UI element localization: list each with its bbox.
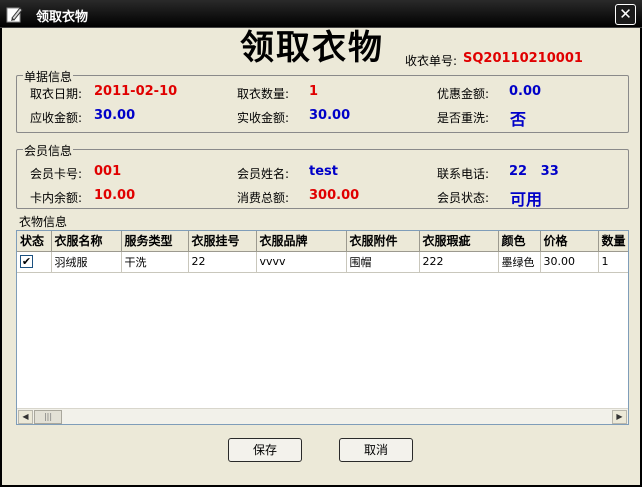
grid-header-row: 状态 衣服名称 服务类型 衣服挂号 衣服品牌 衣服附件 衣服瑕疵 颜色 价格 数量 bbox=[17, 231, 628, 252]
column-header[interactable]: 衣服品牌 bbox=[256, 231, 347, 252]
column-header[interactable]: 状态 bbox=[17, 231, 52, 252]
balance-value: 10.00 bbox=[94, 188, 136, 203]
table-cell: 干洗 bbox=[121, 251, 189, 273]
clothes-grid[interactable]: 状态 衣服名称 服务类型 衣服挂号 衣服品牌 衣服附件 衣服瑕疵 颜色 价格 数量 ✔ 羽绒服 干洗 2… bbox=[16, 230, 629, 425]
close-icon[interactable]: ✕ bbox=[615, 4, 636, 25]
pickup-date-value: 2011-02-10 bbox=[94, 84, 178, 99]
clothes-table: 状态 衣服名称 服务类型 衣服挂号 衣服品牌 衣服附件 衣服瑕疵 颜色 价格 数量 ✔ 羽绒服 干洗 2… bbox=[17, 231, 628, 273]
card-no-label: 会员卡号: bbox=[30, 167, 83, 181]
table-cell: 围帽 bbox=[346, 251, 420, 273]
receivable-value: 30.00 bbox=[94, 108, 136, 123]
received-value: 30.00 bbox=[309, 108, 351, 123]
received-label: 实收金额: bbox=[237, 111, 290, 125]
table-cell: vvvv bbox=[256, 251, 347, 273]
table-cell: 1 bbox=[598, 251, 628, 273]
phone-label: 联系电话: bbox=[437, 167, 490, 181]
receipt-info-legend: 单据信息 bbox=[23, 68, 74, 85]
order-no-label: 收衣单号: bbox=[405, 54, 458, 68]
balance-label: 卡内余额: bbox=[30, 191, 83, 205]
pickup-qty-value: 1 bbox=[309, 84, 319, 99]
window-title: 领取衣物 bbox=[36, 10, 89, 25]
discount-label: 优惠金额: bbox=[437, 87, 490, 101]
member-info-legend: 会员信息 bbox=[23, 142, 74, 159]
column-header[interactable]: 衣服附件 bbox=[346, 231, 420, 252]
scroll-right-icon[interactable]: ▶ bbox=[612, 410, 627, 424]
total-spent-value: 300.00 bbox=[309, 188, 360, 203]
member-status-label: 会员状态: bbox=[437, 191, 490, 205]
card-no-value: 001 bbox=[94, 164, 122, 179]
pickup-date-label: 取衣日期: bbox=[30, 87, 83, 101]
title-bar: 领取衣物 ✕ bbox=[0, 0, 642, 28]
status-cell: ✔ bbox=[17, 251, 52, 273]
column-header[interactable]: 数量 bbox=[598, 231, 628, 252]
column-header[interactable]: 衣服名称 bbox=[51, 231, 122, 252]
horizontal-scrollbar[interactable]: ◀ ||| ▶ bbox=[17, 408, 628, 424]
clothes-info-legend: 衣物信息 bbox=[18, 213, 69, 230]
rewash-label: 是否重洗: bbox=[437, 111, 490, 125]
cancel-button[interactable]: 取消 bbox=[339, 438, 413, 462]
column-header[interactable]: 颜色 bbox=[498, 231, 541, 252]
column-header[interactable]: 价格 bbox=[540, 231, 599, 252]
scroll-left-icon[interactable]: ◀ bbox=[18, 410, 33, 424]
member-name-label: 会员姓名: bbox=[237, 167, 290, 181]
scroll-thumb[interactable]: ||| bbox=[34, 410, 62, 424]
discount-value: 0.00 bbox=[509, 84, 542, 99]
rewash-value: 否 bbox=[510, 110, 527, 129]
table-cell: 羽绒服 bbox=[51, 251, 122, 273]
save-button[interactable]: 保存 bbox=[228, 438, 302, 462]
table-cell: 30.00 bbox=[540, 251, 599, 273]
column-header[interactable]: 衣服挂号 bbox=[188, 231, 257, 252]
member-status-value: 可用 bbox=[510, 190, 543, 209]
member-name-value: test bbox=[309, 164, 338, 179]
edit-pencil-icon bbox=[6, 7, 23, 23]
pickup-qty-label: 取衣数量: bbox=[237, 87, 290, 101]
phone-value: 22 33 bbox=[509, 164, 559, 179]
total-spent-label: 消费总额: bbox=[237, 191, 290, 205]
table-cell: 墨绿色 bbox=[498, 251, 541, 273]
table-cell: 222 bbox=[419, 251, 499, 273]
status-checkbox[interactable]: ✔ bbox=[20, 255, 33, 269]
column-header[interactable]: 衣服瑕疵 bbox=[419, 231, 499, 252]
order-no-value: SQ20110210001 bbox=[463, 51, 583, 66]
table-cell: 22 bbox=[188, 251, 257, 273]
column-header[interactable]: 服务类型 bbox=[121, 231, 189, 252]
table-row[interactable]: ✔ 羽绒服 干洗 22 vvvv 围帽 222 墨绿色 30.00 1 bbox=[17, 251, 628, 273]
page-title: 领取衣物 bbox=[240, 28, 384, 68]
receivable-label: 应收金额: bbox=[30, 111, 83, 125]
